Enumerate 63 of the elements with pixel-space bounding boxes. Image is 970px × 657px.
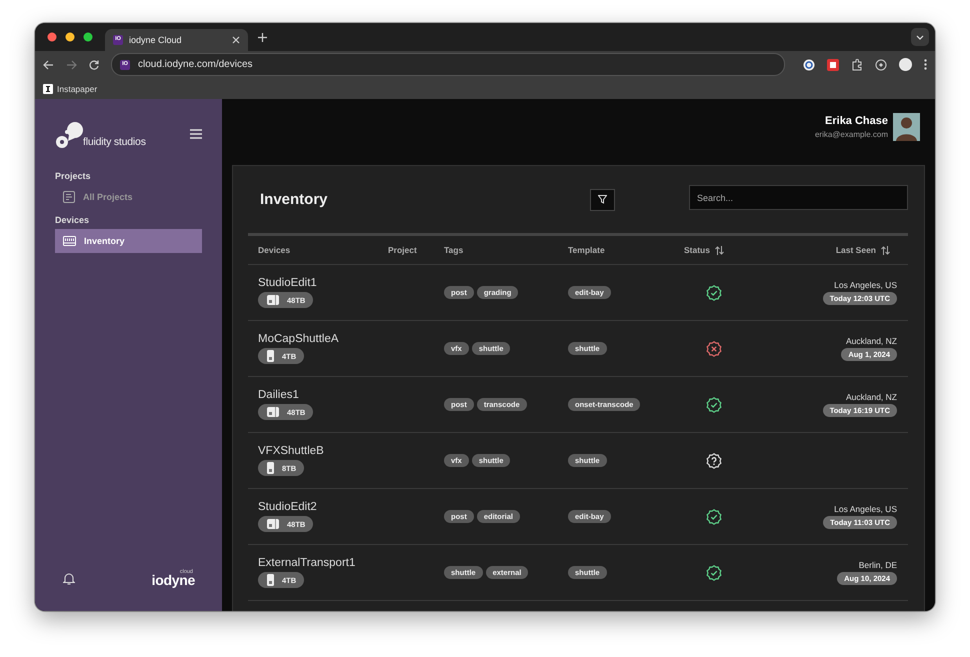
- puzzle-icon[interactable]: [851, 58, 863, 70]
- menu-icon[interactable]: [190, 129, 202, 139]
- location: Berlin, DE: [858, 560, 897, 570]
- brand-logo: iodyne: [152, 573, 195, 587]
- check-badge-icon: [706, 284, 722, 300]
- column-header: Template: [568, 245, 605, 255]
- section-heading: Devices: [55, 215, 90, 225]
- extension-icon[interactable]: [827, 58, 839, 70]
- more-icon[interactable]: [924, 59, 927, 70]
- extension-icon[interactable]: [803, 58, 815, 70]
- column-header: Project: [388, 245, 417, 255]
- reload-icon[interactable]: [89, 60, 99, 70]
- device-name[interactable]: StudioEdit1: [258, 277, 317, 289]
- device-name[interactable]: ExternalTransport1: [258, 557, 356, 569]
- location: Auckland, NZ: [846, 392, 897, 402]
- list-icon: [63, 191, 75, 203]
- device-name[interactable]: StudioEdit2: [258, 501, 317, 513]
- profile-icon[interactable]: [899, 58, 912, 71]
- device-name[interactable]: Dailies1: [258, 389, 299, 401]
- location: Los Angeles, US: [834, 504, 897, 514]
- check-badge-icon: [706, 508, 722, 524]
- device-name[interactable]: MoCapShuttleA: [258, 333, 339, 345]
- filter-icon: [598, 195, 607, 204]
- drive-icon: [267, 295, 279, 305]
- error-badge-icon: [706, 340, 722, 356]
- sort-icon[interactable]: [881, 246, 890, 254]
- close-icon[interactable]: [232, 36, 240, 44]
- page-title: Inventory: [259, 191, 329, 208]
- section-heading: Projects: [55, 171, 92, 181]
- drive-icon: [267, 407, 279, 417]
- bookmark-icon: [43, 84, 53, 94]
- column-header: Devices: [258, 245, 290, 255]
- location: Los Angeles, US: [834, 280, 897, 290]
- column-header[interactable]: Status: [684, 245, 710, 255]
- nav-item[interactable]: Inventory: [55, 229, 202, 253]
- logo-icon: [55, 119, 85, 149]
- check-badge-icon: [706, 564, 722, 580]
- extension-icon[interactable]: [875, 58, 887, 70]
- rack-icon: [63, 236, 76, 246]
- drive-icon: [267, 462, 274, 474]
- chevron-down-icon[interactable]: [911, 28, 929, 46]
- filter-button[interactable]: [590, 188, 615, 210]
- new-tab-icon[interactable]: [258, 32, 267, 42]
- drive-icon: [267, 519, 279, 529]
- user-email: erika@example.com: [814, 130, 888, 138]
- bell-icon[interactable]: [63, 572, 75, 584]
- location: Auckland, NZ: [846, 336, 897, 346]
- sort-icon[interactable]: [714, 246, 724, 254]
- bookmark[interactable]: Instapaper: [43, 84, 98, 94]
- column-header[interactable]: Last Seen: [836, 245, 876, 255]
- back-icon[interactable]: [43, 60, 54, 70]
- column-header: Tags: [444, 245, 464, 255]
- drive-icon: [267, 350, 274, 362]
- drive-icon: [267, 574, 274, 586]
- user-name: Erika Chase: [824, 114, 888, 126]
- device-name[interactable]: VFXShuttleB: [258, 445, 324, 457]
- forward-icon[interactable]: [66, 60, 77, 70]
- question-badge-icon: [706, 452, 722, 468]
- search-field[interactable]: Search...: [689, 185, 908, 210]
- brand-name: fluidity studios: [83, 136, 146, 148]
- window-controls-icon: [47, 32, 93, 42]
- avatar-icon[interactable]: [893, 112, 920, 140]
- check-badge-icon: [706, 396, 722, 412]
